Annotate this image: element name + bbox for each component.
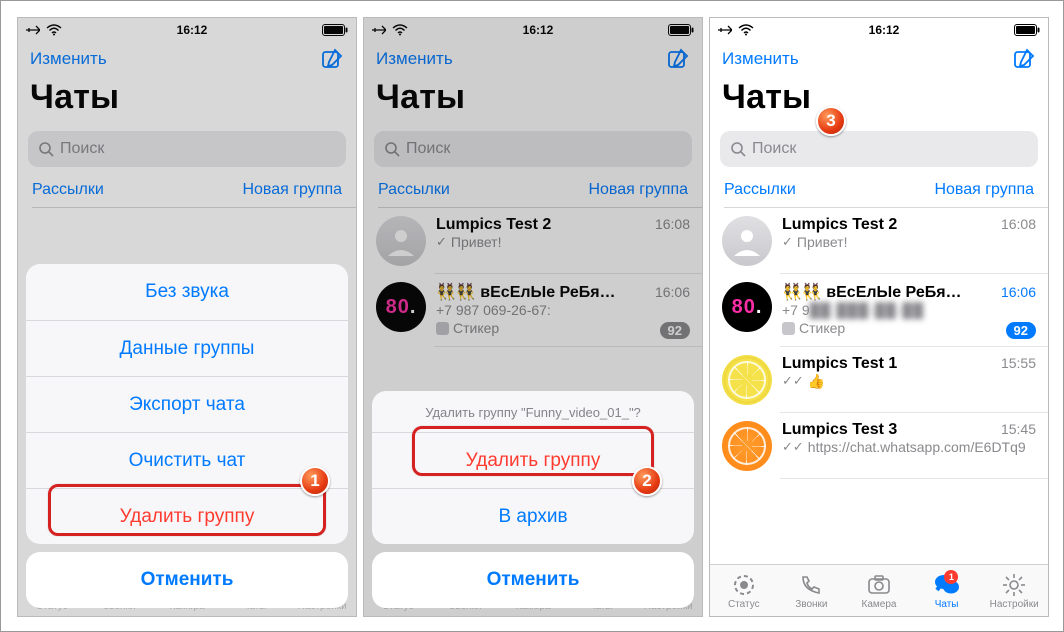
double-tick-icon: ✓✓ xyxy=(782,439,804,455)
phone-icon xyxy=(798,572,824,598)
chat-time: 16:08 xyxy=(1001,216,1036,232)
search-placeholder: Поиск xyxy=(752,140,796,158)
page-title: Чаты xyxy=(722,74,1036,117)
clear-chat-option[interactable]: Очистить чат xyxy=(26,432,348,488)
double-tick-icon: ✓✓ xyxy=(782,373,804,389)
chat-row[interactable]: Lumpics Test 1 15:55 ✓✓👍 xyxy=(710,347,1048,413)
delete-group-confirm[interactable]: Удалить группу xyxy=(372,432,694,488)
chat-name: Lumpics Test 1 xyxy=(782,355,897,373)
avatar-placeholder-icon xyxy=(722,216,772,266)
header: Изменить Чаты xyxy=(710,40,1048,123)
chat-preview: https://chat.whatsapp.com/E6DTq9 xyxy=(808,439,1026,457)
airplane-mode-icon xyxy=(718,24,732,36)
delete-group-option[interactable]: Удалить группу xyxy=(26,488,348,544)
avatar: 80. xyxy=(722,282,772,332)
mute-option[interactable]: Без звука xyxy=(26,264,348,320)
status-bar: 16:12 xyxy=(710,18,1048,40)
chat-row[interactable]: Lumpics Test 3 15:45 ✓✓https://chat.what… xyxy=(710,413,1048,479)
tab-chats[interactable]: Чаты 1 xyxy=(913,565,981,616)
confirm-title: Удалить группу "Funny_video_01_"? xyxy=(372,391,694,432)
chat-preview: Привет! xyxy=(797,234,848,250)
action-sheet: Без звука Данные группы Экспорт чата Очи… xyxy=(26,264,348,608)
status-time: 16:12 xyxy=(869,23,900,37)
chat-time: 15:55 xyxy=(1001,355,1036,371)
tab-camera[interactable]: Камера xyxy=(845,565,913,616)
chat-phone: +7 9██ ███-██-██ xyxy=(782,302,1036,318)
tab-bar: Статус Звонки Камера Чаты 1 Настройки xyxy=(710,564,1048,616)
avatar xyxy=(722,355,772,405)
edit-button[interactable]: Изменить xyxy=(722,49,799,69)
cancel-button[interactable]: Отменить xyxy=(26,552,348,608)
tab-calls[interactable]: Звонки xyxy=(778,565,846,616)
chat-name: Lumpics Test 2 xyxy=(782,216,897,234)
sticker-icon xyxy=(782,322,795,335)
avatar xyxy=(722,421,772,471)
new-group-link[interactable]: Новая группа xyxy=(934,181,1034,199)
chat-time: 16:06 xyxy=(1001,284,1036,300)
phone-screen-1: 16:12 Изменить Чаты Поиск Рассылки Новая… xyxy=(17,17,357,617)
status-icon xyxy=(731,572,757,598)
chat-row[interactable]: 80. 👯👯 вЕсЕлЫе РеБя… 16:06 +7 9██ ███-██… xyxy=(710,274,1048,347)
single-tick-icon: ✓ xyxy=(782,234,793,250)
action-sheet: Удалить группу "Funny_video_01_"? Удалит… xyxy=(372,391,694,608)
camera-icon xyxy=(866,572,892,598)
phone-screen-3: 16:12 Изменить Чаты Поиск Рассылки Новая… xyxy=(709,17,1049,617)
archive-option[interactable]: В архив xyxy=(372,488,694,544)
compose-icon[interactable] xyxy=(1012,47,1036,71)
battery-icon xyxy=(1014,24,1040,36)
chat-time: 15:45 xyxy=(1001,421,1036,437)
cancel-button[interactable]: Отменить xyxy=(372,552,694,608)
search-input[interactable]: Поиск xyxy=(720,131,1038,167)
chat-preview: 👍 xyxy=(808,373,825,390)
group-info-option[interactable]: Данные группы xyxy=(26,320,348,376)
wifi-icon xyxy=(738,24,754,36)
broadcasts-link[interactable]: Рассылки xyxy=(724,181,796,199)
search-icon xyxy=(730,141,746,157)
chat-row[interactable]: Lumpics Test 2 16:08 ✓Привет! xyxy=(710,208,1048,274)
chat-name: Lumpics Test 3 xyxy=(782,421,897,439)
tab-status[interactable]: Статус xyxy=(710,565,778,616)
chat-preview: Стикер xyxy=(799,320,845,336)
tab-settings[interactable]: Настройки xyxy=(980,565,1048,616)
unread-badge: 92 xyxy=(1006,322,1036,339)
chat-name: 👯👯 вЕсЕлЫе РеБя… xyxy=(782,282,962,302)
gear-icon xyxy=(1001,572,1027,598)
export-chat-option[interactable]: Экспорт чата xyxy=(26,376,348,432)
phone-screen-2: 16:12 Изменить Чаты Поиск Рассылки Новая… xyxy=(363,17,703,617)
